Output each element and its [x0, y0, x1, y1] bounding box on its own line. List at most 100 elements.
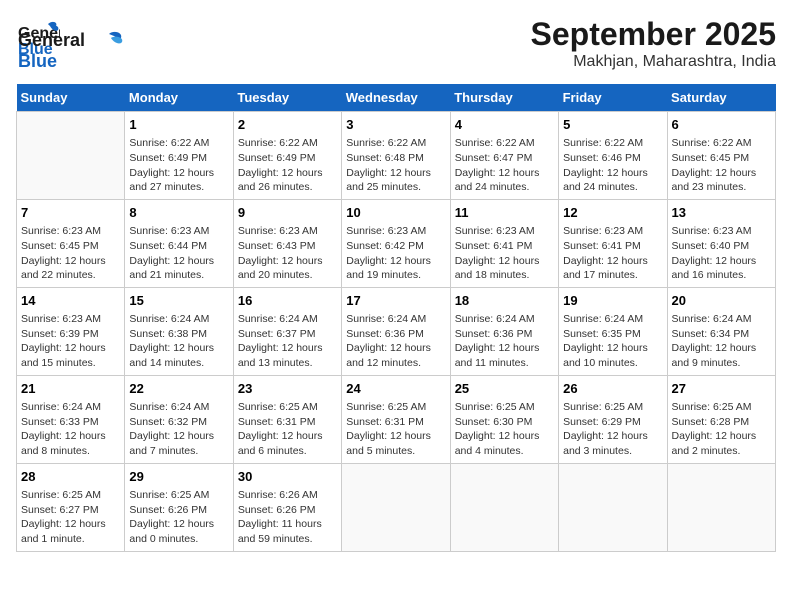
day-number: 15 [129, 292, 228, 310]
week-row-1: 1 Sunrise: 6:22 AM Sunset: 6:49 PM Daylig… [17, 112, 776, 200]
calendar-cell: 18 Sunrise: 6:24 AM Sunset: 6:36 PM Dayli… [450, 287, 558, 375]
day-number: 20 [672, 292, 771, 310]
day-info: Sunrise: 6:24 AM Sunset: 6:34 PM Dayligh… [672, 312, 771, 371]
calendar-cell: 13 Sunrise: 6:23 AM Sunset: 6:40 PM Dayli… [667, 199, 775, 287]
day-number: 26 [563, 380, 662, 398]
title-area: September 2025 Makhjan, Maharashtra, Ind… [531, 16, 776, 71]
header-day-wednesday: Wednesday [342, 84, 450, 112]
week-row-3: 14Sunrise: 6:23 AM Sunset: 6:39 PM Dayli… [17, 287, 776, 375]
day-number: 28 [21, 468, 120, 486]
day-number: 22 [129, 380, 228, 398]
header-day-monday: Monday [125, 84, 233, 112]
calendar-cell: 1Sunrise: 6:22 AM Sunset: 6:49 PM Daylig… [125, 112, 233, 200]
day-number: 4 [455, 116, 554, 134]
calendar-cell: 26 Sunrise: 6:25 AM Sunset: 6:29 PM Dayli… [559, 375, 667, 463]
day-info: Sunrise: 6:24 AM Sunset: 6:32 PM Dayligh… [129, 400, 228, 459]
calendar-table: SundayMondayTuesdayWednesdayThursdayFrid… [16, 84, 776, 552]
day-number: 25 [455, 380, 554, 398]
calendar-cell [559, 463, 667, 551]
calendar-cell: 12 Sunrise: 6:23 AM Sunset: 6:41 PM Dayli… [559, 199, 667, 287]
day-info: Sunrise: 6:23 AM Sunset: 6:42 PM Dayligh… [346, 224, 445, 283]
calendar-cell: 24 Sunrise: 6:25 AM Sunset: 6:31 PM Dayli… [342, 375, 450, 463]
day-number: 1 [129, 116, 228, 134]
calendar-cell: 22 Sunrise: 6:24 AM Sunset: 6:32 PM Dayli… [125, 375, 233, 463]
day-info: Sunrise: 6:23 AM Sunset: 6:41 PM Dayligh… [455, 224, 554, 283]
day-info: Sunrise: 6:25 AM Sunset: 6:31 PM Dayligh… [346, 400, 445, 459]
sub-title: Makhjan, Maharashtra, India [531, 53, 776, 71]
header-day-thursday: Thursday [450, 84, 558, 112]
day-number: 18 [455, 292, 554, 310]
calendar-cell: 8Sunrise: 6:23 AM Sunset: 6:44 PM Daylig… [125, 199, 233, 287]
calendar-cell: 5 Sunrise: 6:22 AM Sunset: 6:46 PM Daylig… [559, 112, 667, 200]
calendar-cell: 10 Sunrise: 6:23 AM Sunset: 6:42 PM Dayli… [342, 199, 450, 287]
day-number: 29 [129, 468, 228, 486]
calendar-header-row: SundayMondayTuesdayWednesdayThursdayFrid… [17, 84, 776, 112]
day-info: Sunrise: 6:22 AM Sunset: 6:49 PM Dayligh… [238, 136, 337, 195]
logo-blue: Blue [18, 51, 57, 71]
calendar-cell: 30Sunrise: 6:26 AM Sunset: 6:26 PM Dayli… [233, 463, 341, 551]
logo: General Blue General Blue [16, 16, 125, 72]
day-info: Sunrise: 6:25 AM Sunset: 6:30 PM Dayligh… [455, 400, 554, 459]
calendar-cell [667, 463, 775, 551]
calendar-cell: 16Sunrise: 6:24 AM Sunset: 6:37 PM Dayli… [233, 287, 341, 375]
day-number: 10 [346, 204, 445, 222]
calendar-cell: 11Sunrise: 6:23 AM Sunset: 6:41 PM Dayli… [450, 199, 558, 287]
day-info: Sunrise: 6:25 AM Sunset: 6:28 PM Dayligh… [672, 400, 771, 459]
day-info: Sunrise: 6:24 AM Sunset: 6:36 PM Dayligh… [455, 312, 554, 371]
calendar-cell: 4Sunrise: 6:22 AM Sunset: 6:47 PM Daylig… [450, 112, 558, 200]
day-number: 9 [238, 204, 337, 222]
day-info: Sunrise: 6:23 AM Sunset: 6:39 PM Dayligh… [21, 312, 120, 371]
header-day-tuesday: Tuesday [233, 84, 341, 112]
day-number: 17 [346, 292, 445, 310]
day-number: 19 [563, 292, 662, 310]
header: General Blue General Blue September 2025… [16, 16, 776, 72]
calendar-cell: 20 Sunrise: 6:24 AM Sunset: 6:34 PM Dayli… [667, 287, 775, 375]
day-number: 5 [563, 116, 662, 134]
day-info: Sunrise: 6:23 AM Sunset: 6:45 PM Dayligh… [21, 224, 120, 283]
logo-bird-icon [89, 28, 125, 64]
day-info: Sunrise: 6:23 AM Sunset: 6:40 PM Dayligh… [672, 224, 771, 283]
calendar-cell: 27 Sunrise: 6:25 AM Sunset: 6:28 PM Dayli… [667, 375, 775, 463]
day-info: Sunrise: 6:23 AM Sunset: 6:41 PM Dayligh… [563, 224, 662, 283]
week-row-4: 21 Sunrise: 6:24 AM Sunset: 6:33 PM Dayli… [17, 375, 776, 463]
day-info: Sunrise: 6:22 AM Sunset: 6:45 PM Dayligh… [672, 136, 771, 195]
header-day-friday: Friday [559, 84, 667, 112]
day-number: 6 [672, 116, 771, 134]
day-info: Sunrise: 6:26 AM Sunset: 6:26 PM Dayligh… [238, 488, 337, 547]
calendar-cell [342, 463, 450, 551]
day-number: 16 [238, 292, 337, 310]
day-number: 21 [21, 380, 120, 398]
day-number: 8 [129, 204, 228, 222]
day-number: 27 [672, 380, 771, 398]
calendar-cell: 29Sunrise: 6:25 AM Sunset: 6:26 PM Dayli… [125, 463, 233, 551]
calendar-cell: 21 Sunrise: 6:24 AM Sunset: 6:33 PM Dayli… [17, 375, 125, 463]
calendar-cell [450, 463, 558, 551]
day-info: Sunrise: 6:24 AM Sunset: 6:33 PM Dayligh… [21, 400, 120, 459]
day-number: 13 [672, 204, 771, 222]
calendar-cell: 15Sunrise: 6:24 AM Sunset: 6:38 PM Dayli… [125, 287, 233, 375]
day-info: Sunrise: 6:24 AM Sunset: 6:36 PM Dayligh… [346, 312, 445, 371]
logo-general: General [18, 30, 85, 50]
day-number: 12 [563, 204, 662, 222]
day-info: Sunrise: 6:25 AM Sunset: 6:27 PM Dayligh… [21, 488, 120, 547]
header-day-saturday: Saturday [667, 84, 775, 112]
calendar-cell: 25 Sunrise: 6:25 AM Sunset: 6:30 PM Dayli… [450, 375, 558, 463]
day-number: 2 [238, 116, 337, 134]
day-info: Sunrise: 6:25 AM Sunset: 6:29 PM Dayligh… [563, 400, 662, 459]
calendar-cell: 6 Sunrise: 6:22 AM Sunset: 6:45 PM Daylig… [667, 112, 775, 200]
week-row-2: 7Sunrise: 6:23 AM Sunset: 6:45 PM Daylig… [17, 199, 776, 287]
main-title: September 2025 [531, 16, 776, 53]
day-info: Sunrise: 6:23 AM Sunset: 6:43 PM Dayligh… [238, 224, 337, 283]
calendar-cell: 9 Sunrise: 6:23 AM Sunset: 6:43 PM Daylig… [233, 199, 341, 287]
day-number: 23 [238, 380, 337, 398]
calendar-cell: 7Sunrise: 6:23 AM Sunset: 6:45 PM Daylig… [17, 199, 125, 287]
day-number: 3 [346, 116, 445, 134]
day-info: Sunrise: 6:22 AM Sunset: 6:46 PM Dayligh… [563, 136, 662, 195]
day-number: 24 [346, 380, 445, 398]
calendar-cell: 14Sunrise: 6:23 AM Sunset: 6:39 PM Dayli… [17, 287, 125, 375]
header-day-sunday: Sunday [17, 84, 125, 112]
day-info: Sunrise: 6:25 AM Sunset: 6:31 PM Dayligh… [238, 400, 337, 459]
calendar-cell: 3 Sunrise: 6:22 AM Sunset: 6:48 PM Daylig… [342, 112, 450, 200]
calendar-cell: 2 Sunrise: 6:22 AM Sunset: 6:49 PM Daylig… [233, 112, 341, 200]
day-info: Sunrise: 6:22 AM Sunset: 6:48 PM Dayligh… [346, 136, 445, 195]
